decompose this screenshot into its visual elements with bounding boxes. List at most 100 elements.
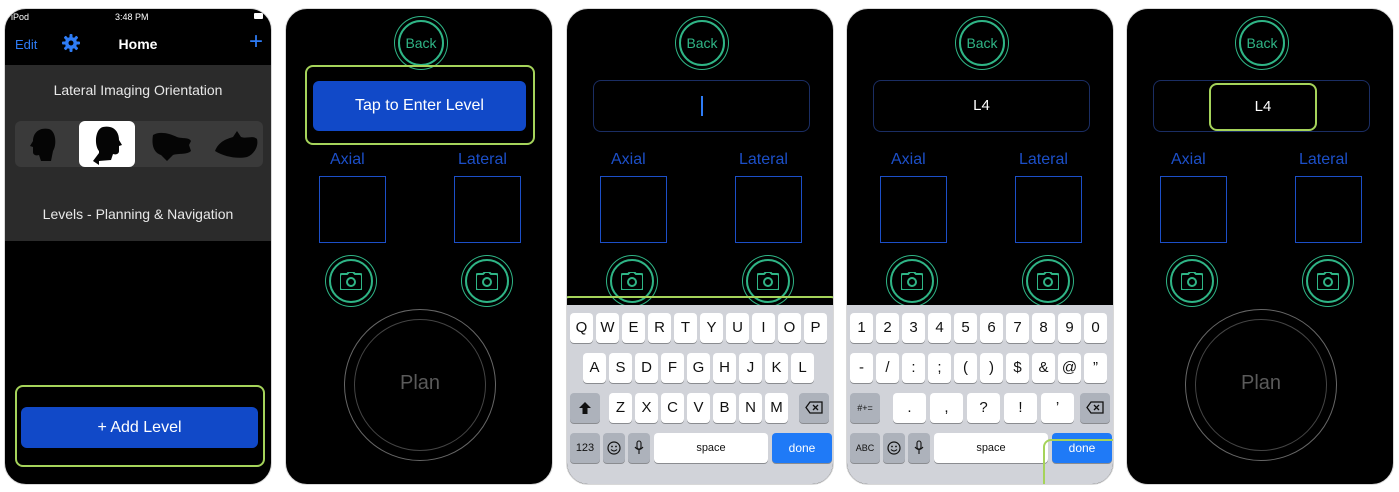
key[interactable]: @ [1058,353,1081,383]
add-icon[interactable]: + [249,29,263,55]
lateral-camera-button[interactable] [746,259,790,303]
orientation-option-2[interactable] [79,121,135,167]
plan-button[interactable]: Plan [1185,309,1337,461]
key[interactable]: 2 [876,313,899,343]
axial-camera-button[interactable] [890,259,934,303]
key[interactable]: ! [1004,393,1037,423]
axial-image-slot[interactable] [600,176,667,243]
key[interactable]: , [930,393,963,423]
done-key[interactable]: done [772,433,832,463]
key[interactable]: E [622,313,645,343]
key[interactable]: 7 [1006,313,1029,343]
back-button[interactable]: Back [398,20,444,66]
key[interactable]: $ [1006,353,1029,383]
key[interactable]: ? [967,393,1000,423]
key[interactable]: : [902,353,925,383]
axial-image-slot[interactable] [1160,176,1227,243]
key[interactable]: / [876,353,899,383]
key[interactable]: I [752,313,775,343]
key[interactable]: 3 [902,313,925,343]
axial-camera-button[interactable] [610,259,654,303]
key[interactable]: - [850,353,873,383]
key[interactable]: 6 [980,313,1003,343]
level-screen-typing: Back Axial Lateral Q W E R T Y U I O P A… [566,8,834,485]
axial-camera-button[interactable] [329,259,373,303]
space-key[interactable]: space [934,433,1048,463]
key[interactable]: C [661,393,684,423]
axial-camera-button[interactable] [1170,259,1214,303]
key[interactable]: Y [700,313,723,343]
key[interactable]: B [713,393,736,423]
key[interactable]: N [739,393,762,423]
key[interactable]: 9 [1058,313,1081,343]
axial-image-slot[interactable] [880,176,947,243]
back-button[interactable]: Back [1239,20,1285,66]
camera-icon [901,272,923,290]
delete-key[interactable] [1080,393,1110,423]
key[interactable]: ; [928,353,951,383]
emoji-key[interactable] [603,433,625,463]
orientation-option-4[interactable] [207,121,263,167]
key[interactable]: U [726,313,749,343]
emoji-key[interactable] [883,433,905,463]
delete-key[interactable] [799,393,829,423]
back-button[interactable]: Back [679,20,725,66]
key[interactable]: 8 [1032,313,1055,343]
tap-to-enter-level-button[interactable]: Tap to Enter Level [313,81,526,131]
plan-button[interactable]: Plan [344,309,496,461]
key[interactable]: ) [980,353,1003,383]
lateral-camera-button[interactable] [1306,259,1350,303]
key[interactable]: T [674,313,697,343]
key[interactable]: ( [954,353,977,383]
done-key[interactable]: done [1052,433,1112,463]
key[interactable]: O [778,313,801,343]
key[interactable]: S [609,353,632,383]
key[interactable]: M [765,393,788,423]
orientation-option-3[interactable] [143,121,199,167]
dictation-key[interactable] [628,433,650,463]
key[interactable]: F [661,353,684,383]
letters-mode-key[interactable]: ABC [850,433,880,463]
key[interactable]: G [687,353,710,383]
key[interactable]: W [596,313,619,343]
level-input[interactable] [1153,80,1370,132]
lateral-camera-button[interactable] [1026,259,1070,303]
add-level-button[interactable]: + Add Level [21,407,258,448]
key[interactable]: J [739,353,762,383]
key[interactable]: V [687,393,710,423]
space-key[interactable]: space [654,433,768,463]
lateral-image-slot[interactable] [1015,176,1082,243]
back-button[interactable]: Back [959,20,1005,66]
lateral-image-slot[interactable] [454,176,521,243]
key[interactable]: 1 [850,313,873,343]
key[interactable]: 0 [1084,313,1107,343]
shift-key[interactable] [570,393,600,423]
key[interactable]: A [583,353,606,383]
key[interactable]: K [765,353,788,383]
level-input[interactable] [593,80,810,132]
numbers-mode-key[interactable]: 123 [570,433,600,463]
key[interactable]: 5 [954,313,977,343]
key[interactable]: R [648,313,671,343]
key[interactable]: & [1032,353,1055,383]
level-input[interactable]: L4 [873,80,1090,132]
key[interactable]: . [893,393,926,423]
axial-image-slot[interactable] [319,176,386,243]
key[interactable]: 4 [928,313,951,343]
lateral-camera-button[interactable] [465,259,509,303]
key[interactable]: P [804,313,827,343]
symbols-key[interactable]: #+= [850,393,880,423]
lateral-image-slot[interactable] [735,176,802,243]
key[interactable]: Z [609,393,632,423]
key[interactable]: L [791,353,814,383]
dictation-key[interactable] [908,433,930,463]
camera-icon [476,272,498,290]
orientation-option-1[interactable] [15,121,71,167]
key[interactable]: X [635,393,658,423]
key[interactable]: H [713,353,736,383]
key[interactable]: D [635,353,658,383]
key[interactable]: Q [570,313,593,343]
key[interactable]: ” [1084,353,1107,383]
lateral-image-slot[interactable] [1295,176,1362,243]
key[interactable]: ’ [1041,393,1074,423]
